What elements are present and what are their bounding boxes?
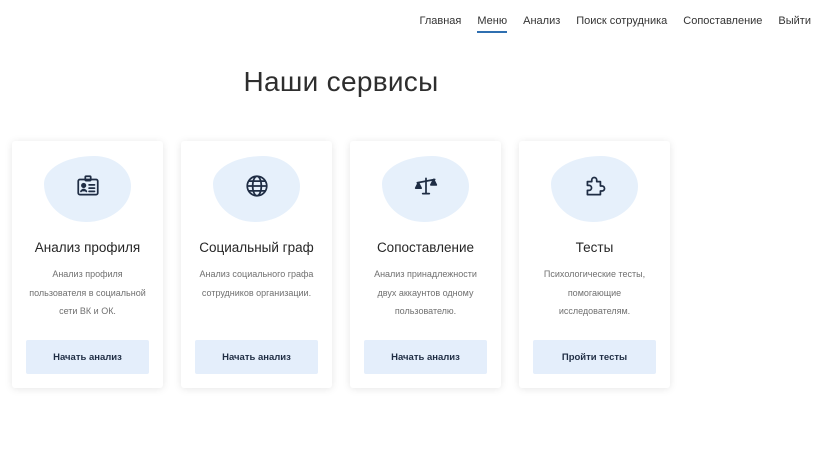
service-card-tests: Тесты Психологические тесты, помогающие … bbox=[519, 141, 670, 388]
take-tests-button[interactable]: Пройти тесты bbox=[533, 340, 656, 374]
nav-link-home[interactable]: Главная bbox=[420, 15, 462, 33]
service-card-profile-analysis: Анализ профиля Анализ профиля пользовате… bbox=[12, 141, 163, 388]
nav-link-logout[interactable]: Выйти bbox=[778, 15, 811, 33]
start-analysis-button[interactable]: Начать анализ bbox=[195, 340, 318, 374]
nav-link-employee-search[interactable]: Поиск сотрудника bbox=[576, 15, 667, 33]
card-description: Анализ профиля пользователя в социальной… bbox=[29, 269, 146, 316]
service-card-comparison: Сопоставление Анализ принадлежности двух… bbox=[350, 141, 501, 388]
globe-icon bbox=[244, 173, 270, 199]
card-description: Психологические тесты, помогающие исслед… bbox=[543, 269, 646, 316]
top-nav: Главная Меню Анализ Поиск сотрудника Соп… bbox=[420, 15, 811, 33]
card-title: Анализ профиля bbox=[34, 240, 141, 255]
nav-link-comparison[interactable]: Сопоставление bbox=[683, 15, 762, 33]
puzzle-icon bbox=[582, 173, 608, 199]
card-title: Тесты bbox=[575, 240, 614, 255]
id-card-icon bbox=[75, 173, 101, 199]
start-analysis-button[interactable]: Начать анализ bbox=[26, 340, 149, 374]
nav-link-analysis[interactable]: Анализ bbox=[523, 15, 560, 33]
card-title: Сопоставление bbox=[376, 240, 475, 255]
start-analysis-button[interactable]: Начать анализ bbox=[364, 340, 487, 374]
scales-icon bbox=[413, 173, 439, 199]
card-title: Социальный граф bbox=[199, 240, 314, 255]
service-card-social-graph: Социальный граф Анализ социального графа… bbox=[181, 141, 332, 388]
services-grid: Анализ профиля Анализ профиля пользовате… bbox=[12, 141, 670, 388]
page-title: Наши сервисы bbox=[243, 66, 439, 97]
card-description: Анализ социального графа сотрудников орг… bbox=[199, 269, 314, 298]
card-description: Анализ принадлежности двух аккаунтов одн… bbox=[374, 269, 477, 316]
nav-link-menu[interactable]: Меню bbox=[477, 15, 508, 33]
